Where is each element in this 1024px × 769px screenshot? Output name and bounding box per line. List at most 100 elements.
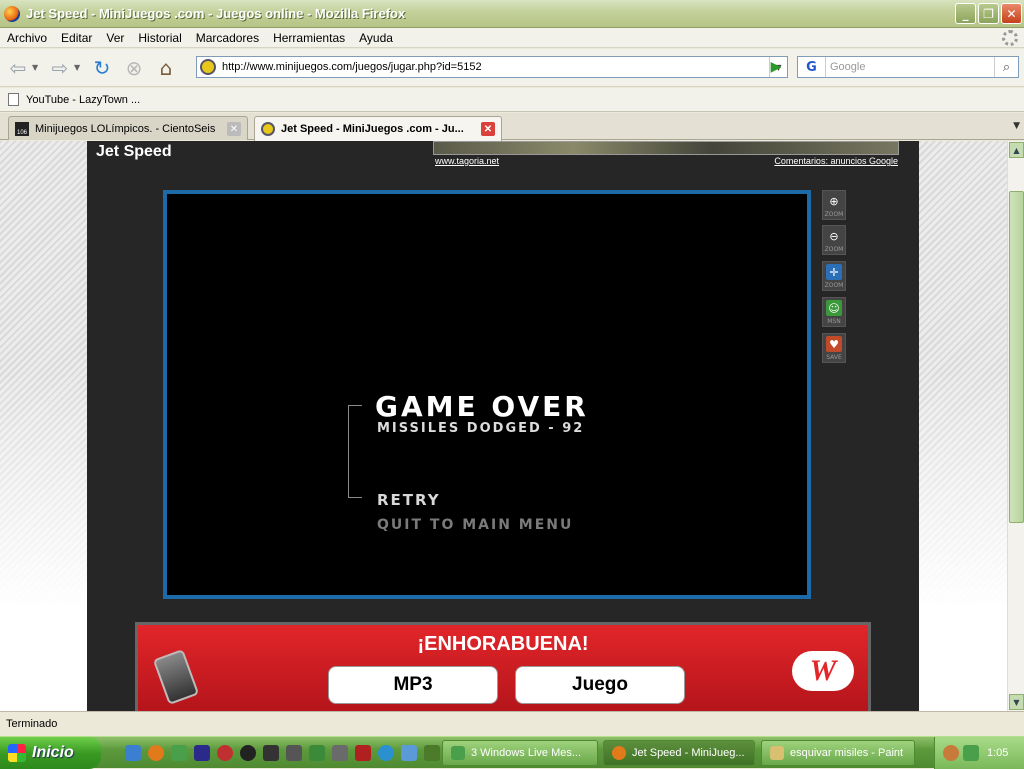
taskbar-paint[interactable]: esquivar misiles - Paint [761, 740, 915, 766]
tool-label: SAVE [826, 354, 842, 361]
mp3-button[interactable]: MP3 [328, 666, 498, 704]
tray-messenger-icon[interactable] [963, 745, 979, 761]
tab-jet-speed[interactable]: Jet Speed - MiniJuegos .com - Ju... ✕ [254, 116, 502, 141]
quicklaunch-number-icon[interactable] [355, 745, 371, 761]
quicklaunch-steam-icon[interactable] [263, 745, 279, 761]
vertical-scrollbar[interactable]: ▲ ▼ [1007, 141, 1024, 711]
paint-icon [770, 746, 784, 760]
phone-icon [152, 648, 200, 706]
quicklaunch-save-icon[interactable] [194, 745, 210, 761]
scroll-thumb[interactable] [1009, 191, 1024, 523]
close-button[interactable]: ✕ [1001, 3, 1022, 24]
quicklaunch-tool-icon[interactable] [309, 745, 325, 761]
tab-close-icon[interactable]: ✕ [227, 122, 241, 136]
tool-label: ZOOM [824, 211, 844, 218]
tab-cientoseis[interactable]: 106 Minijuegos LOLímpicos. - CientoSeis … [8, 116, 248, 140]
menu-historial[interactable]: Historial [131, 31, 188, 45]
start-label: Inicio [32, 744, 74, 761]
game-over-heading: GAME OVER [375, 390, 589, 423]
scroll-down-icon[interactable]: ▼ [1009, 694, 1024, 710]
quicklaunch-media-icon[interactable] [217, 745, 233, 761]
google-engine-icon[interactable]: G [798, 57, 826, 77]
firefox-icon [612, 746, 626, 760]
status-text: Terminado [6, 717, 58, 730]
quicklaunch-firefox-icon[interactable] [148, 745, 164, 761]
menu-archivo[interactable]: Archivo [0, 31, 54, 45]
save-button[interactable]: ♥ SAVE [822, 333, 846, 363]
menu-bracket [348, 405, 362, 498]
menu-marcadores[interactable]: Marcadores [189, 31, 266, 45]
promo-banner[interactable]: ¡ENHORABUENA! MP3 Juego W [135, 622, 871, 711]
tab-close-icon[interactable]: ✕ [481, 122, 495, 136]
quit-to-menu-button[interactable]: QUIT TO MAIN MENU [377, 517, 573, 533]
quicklaunch-msn-icon[interactable] [171, 745, 187, 761]
quicklaunch-folder-icon[interactable] [332, 745, 348, 761]
scroll-up-icon[interactable]: ▲ [1009, 142, 1024, 158]
juego-button[interactable]: Juego [515, 666, 685, 704]
url-bar[interactable]: http://www.minijuegos.com/juegos/jugar.p… [196, 56, 788, 78]
banner-title: ¡ENHORABUENA! [417, 633, 589, 655]
reload-button[interactable]: ↻ [88, 54, 116, 82]
windows-logo-icon [8, 744, 26, 762]
tool-label: MSN [827, 318, 841, 325]
home-button[interactable]: ⌂ [152, 54, 180, 82]
tray-arrow-icon[interactable] [943, 745, 959, 761]
search-input[interactable]: Google [830, 61, 865, 73]
quicklaunch-itunes-icon[interactable] [401, 745, 417, 761]
search-box[interactable]: G Google ⌕ [797, 56, 1019, 78]
bookmark-label: YouTube - LazyTown ... [26, 93, 141, 106]
ad-link-tagoria[interactable]: www.tagoria.net [435, 156, 499, 166]
taskbar: Inicio 3 Windows Live Mes... Jet Speed -… [0, 736, 1024, 769]
fit-zoom-button[interactable]: ✛ ZOOM [822, 261, 846, 291]
menu-herramientas[interactable]: Herramientas [266, 31, 352, 45]
quicklaunch-more-icon[interactable] [424, 745, 440, 761]
menu-ayuda[interactable]: Ayuda [352, 31, 400, 45]
menu-editar[interactable]: Editar [54, 31, 99, 45]
back-button[interactable]: ⇦ [4, 54, 32, 82]
quicklaunch-game-icon[interactable] [286, 745, 302, 761]
menu-ver[interactable]: Ver [99, 31, 131, 45]
page-icon [8, 93, 19, 106]
back-history-icon[interactable]: ▼ [32, 63, 42, 72]
clock: 1:05 [987, 747, 1009, 759]
go-button[interactable]: ▶ [765, 56, 787, 78]
ad-banner-image[interactable] [433, 141, 899, 155]
zoom-in-icon: ⊕ [829, 194, 839, 208]
status-bar: Terminado [0, 711, 1024, 735]
firefox-icon [4, 5, 20, 22]
bookmark-item[interactable]: YouTube - LazyTown ... [8, 93, 140, 106]
start-button[interactable]: Inicio [0, 737, 101, 769]
minijuegos-icon [261, 122, 275, 136]
page-title: Jet Speed [96, 143, 172, 160]
search-icon[interactable]: ⌕ [994, 57, 1018, 77]
taskbar-firefox[interactable]: Jet Speed - MiniJueg... [603, 740, 755, 766]
maximize-button[interactable]: ❐ [978, 3, 999, 24]
zoom-in-button[interactable]: ⊕ ZOOM [822, 190, 846, 220]
zoom-out-button[interactable]: ⊖ ZOOM [822, 225, 846, 255]
messenger-icon [451, 746, 465, 760]
zoom-out-icon: ⊖ [829, 229, 839, 243]
forward-history-icon[interactable]: ▼ [74, 63, 84, 72]
ad-link-google[interactable]: Comentarios: anuncios Google [774, 156, 898, 166]
bookmarks-bar: YouTube - LazyTown ... [0, 88, 1024, 112]
tool-label: ZOOM [824, 246, 844, 253]
page-container: Jet Speed www.tagoria.net Comentarios: a… [87, 141, 919, 711]
w-logo-icon: W [792, 651, 854, 691]
msn-button[interactable]: ☺ MSN [822, 297, 846, 327]
retry-button[interactable]: RETRY [377, 491, 441, 509]
taskbar-messenger[interactable]: 3 Windows Live Mes... [442, 740, 598, 766]
forward-button[interactable]: ⇨ [46, 54, 74, 82]
nav-toolbar: ⇦ ▼ ⇨ ▼ ↻ ⊗ ⌂ http://www.minijuegos.com/… [0, 49, 1024, 87]
game-canvas[interactable]: GAME OVER MISSILES DODGED - 92 RETRY QUI… [163, 190, 811, 599]
tool-label: ZOOM [824, 282, 844, 289]
stop-button[interactable]: ⊗ [120, 54, 148, 82]
quicklaunch-search-icon[interactable] [378, 745, 394, 761]
title-bar: Jet Speed - MiniJuegos .com - Juegos onl… [0, 0, 1024, 28]
quicklaunch-ie-icon[interactable] [125, 745, 141, 761]
minimize-button[interactable]: _ [955, 3, 976, 24]
site-favicon-icon [200, 59, 216, 75]
quicklaunch-app-icon[interactable] [240, 745, 256, 761]
url-text[interactable]: http://www.minijuegos.com/juegos/jugar.p… [222, 61, 482, 73]
tab-list-icon[interactable]: ▼ [1013, 121, 1020, 131]
taskbar-label: 3 Windows Live Mes... [471, 747, 582, 759]
